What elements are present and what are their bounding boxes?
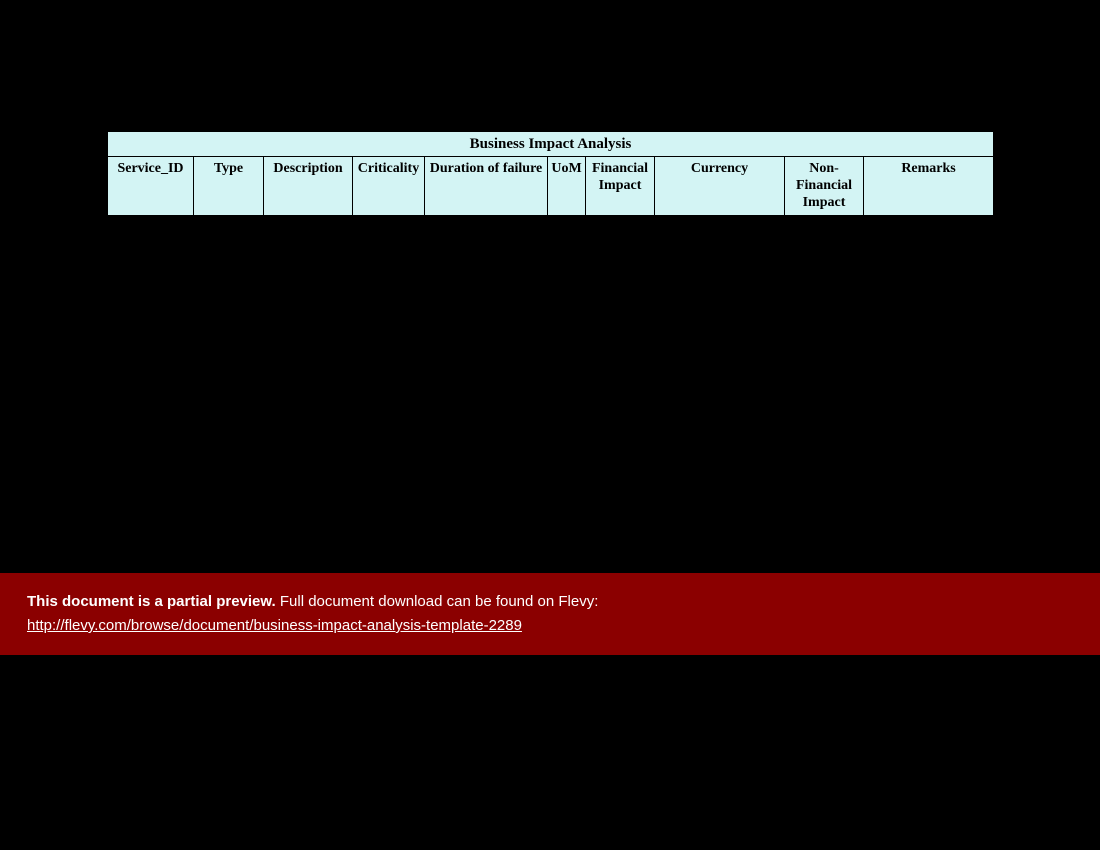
- col-duration: Duration of failure: [425, 157, 548, 216]
- bia-header-row: Service_ID Type Description Criticality …: [108, 157, 994, 216]
- col-remarks: Remarks: [864, 157, 994, 216]
- preview-banner-strong: This document is a partial preview.: [27, 593, 276, 610]
- col-description: Description: [264, 157, 353, 216]
- bia-title-cell: Business Impact Analysis: [108, 132, 994, 157]
- col-criticality: Criticality: [353, 157, 425, 216]
- document-stage: Business Impact Analysis Service_ID Type…: [0, 0, 1100, 850]
- col-currency: Currency: [655, 157, 785, 216]
- preview-banner-link[interactable]: http://flevy.com/browse/document/busines…: [27, 617, 522, 634]
- bia-title-row: Business Impact Analysis: [108, 132, 994, 157]
- preview-banner-rest: Full document download can be found on F…: [276, 593, 599, 610]
- col-service-id: Service_ID: [108, 157, 194, 216]
- col-non-financial-impact: Non-Financial Impact: [785, 157, 864, 216]
- bia-table: Business Impact Analysis Service_ID Type…: [107, 131, 994, 216]
- bia-table-wrap: Business Impact Analysis Service_ID Type…: [107, 131, 993, 216]
- col-financial-impact: Financial Impact: [586, 157, 655, 216]
- col-uom: UoM: [548, 157, 586, 216]
- preview-banner: This document is a partial preview. Full…: [0, 573, 1100, 655]
- col-type: Type: [194, 157, 264, 216]
